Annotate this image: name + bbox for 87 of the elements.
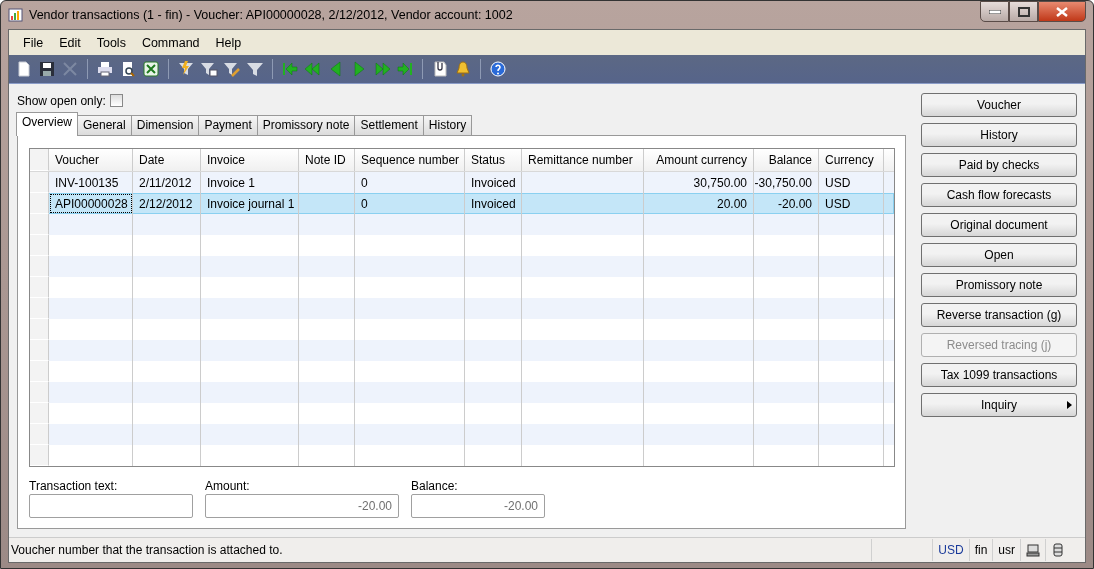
last-record-icon[interactable] xyxy=(396,60,414,78)
input-field[interactable] xyxy=(29,494,193,518)
filter-icon[interactable] xyxy=(246,60,264,78)
menu-item[interactable]: Command xyxy=(133,35,208,50)
row-selector[interactable] xyxy=(30,319,49,340)
column-header[interactable]: Status xyxy=(465,149,522,171)
action-button[interactable]: Reverse transaction (g) xyxy=(921,303,1077,327)
field-label: Transaction text: xyxy=(29,479,119,493)
column-header[interactable]: Invoice xyxy=(201,149,299,171)
action-button[interactable]: Voucher xyxy=(921,93,1077,117)
tab[interactable]: Settlement xyxy=(354,115,424,135)
column-header[interactable]: Remittance number xyxy=(522,149,644,171)
minimize-button[interactable] xyxy=(980,1,1009,22)
action-button[interactable]: Tax 1099 transactions xyxy=(921,363,1077,387)
currency-indicator[interactable]: USD xyxy=(932,539,969,561)
field-label: Balance: xyxy=(411,479,459,493)
row-selector[interactable] xyxy=(30,340,49,361)
close-button[interactable] xyxy=(1038,1,1086,22)
printer-icon[interactable] xyxy=(96,60,114,78)
status-message: Voucher number that the transaction is attached to. xyxy=(10,543,284,557)
row-selector[interactable] xyxy=(30,193,49,214)
action-button[interactable]: Promissory note xyxy=(921,273,1077,297)
row-selector[interactable] xyxy=(30,424,49,445)
table-row[interactable]: INV-100135 2/11/2012 Invoice 1 0 Invoiced 30,750.00 -30,750.00 USD xyxy=(30,172,894,193)
menu-item[interactable]: File xyxy=(15,35,52,50)
action-button[interactable]: Original document xyxy=(921,213,1077,237)
filter-grid-icon[interactable] xyxy=(200,60,218,78)
action-button[interactable]: Paid by checks xyxy=(921,153,1077,177)
column-header[interactable]: Date xyxy=(133,149,201,171)
filter-lightning-icon[interactable] xyxy=(177,60,195,78)
tab[interactable]: Overview xyxy=(16,112,78,136)
database-icon[interactable] xyxy=(1051,543,1065,557)
double-right-arrow-icon[interactable] xyxy=(373,60,391,78)
minimize-icon xyxy=(988,9,1001,14)
window-title: Vendor transactions (1 - fin) - Voucher: API00000028, 2/12/2012, Vendor account: 1002 xyxy=(29,8,513,22)
action-button[interactable]: Cash flow forecasts xyxy=(921,183,1077,207)
save-icon[interactable] xyxy=(38,60,56,78)
column-header[interactable]: Amount currency xyxy=(644,149,754,171)
input-field[interactable]: -20.00 xyxy=(411,494,545,518)
row-selector[interactable] xyxy=(30,445,49,466)
close-icon xyxy=(1056,6,1068,17)
field-label: Amount: xyxy=(205,479,251,493)
action-button[interactable]: Inquiry xyxy=(921,393,1077,417)
row-selector[interactable] xyxy=(30,382,49,403)
maximize-button[interactable] xyxy=(1009,1,1038,22)
new-document-icon[interactable] xyxy=(15,60,33,78)
submenu-arrow-icon xyxy=(1067,401,1072,409)
row-selector[interactable] xyxy=(30,214,49,235)
row-selector[interactable] xyxy=(30,361,49,382)
computer-icon[interactable] xyxy=(1026,543,1040,557)
company-indicator[interactable]: fin xyxy=(968,539,993,561)
double-left-arrow-icon[interactable] xyxy=(304,60,322,78)
table-row[interactable]: API00000028 2/12/2012 Invoice journal 1 0 Invoiced 20.00 -20.00 USD xyxy=(30,193,894,214)
first-record-icon[interactable] xyxy=(281,60,299,78)
checkbox-label: Show open only: xyxy=(17,93,106,108)
document-clip-icon[interactable] xyxy=(431,60,449,78)
menu-item[interactable]: Tools xyxy=(88,35,134,50)
column-header[interactable]: Currency xyxy=(819,149,884,171)
input-field[interactable]: -20.00 xyxy=(205,494,399,518)
column-header[interactable]: Sequence number xyxy=(355,149,465,171)
column-header[interactable]: Note ID xyxy=(299,149,355,171)
bell-icon[interactable] xyxy=(454,60,472,78)
restore-icon xyxy=(1017,6,1030,17)
help-icon[interactable] xyxy=(489,60,507,78)
row-selector[interactable] xyxy=(30,298,49,319)
column-header[interactable]: Voucher xyxy=(49,149,133,171)
row-selector[interactable] xyxy=(30,172,49,193)
column-header[interactable]: Balance xyxy=(754,149,819,171)
menu-item[interactable]: Help xyxy=(207,35,250,50)
row-selector[interactable] xyxy=(30,235,49,256)
filter-pencil-icon[interactable] xyxy=(223,60,241,78)
action-button[interactable]: History xyxy=(921,123,1077,147)
row-selector[interactable] xyxy=(30,403,49,424)
layer-indicator[interactable]: usr xyxy=(992,539,1020,561)
row-selector[interactable] xyxy=(30,149,49,171)
show-open-checkbox[interactable] xyxy=(109,94,123,107)
spreadsheet-icon[interactable] xyxy=(142,60,160,78)
action-button[interactable]: Open xyxy=(921,243,1077,267)
tab[interactable]: Dimension xyxy=(130,115,200,135)
row-selector[interactable] xyxy=(30,256,49,277)
row-selector[interactable] xyxy=(30,277,49,298)
tab[interactable]: Payment xyxy=(198,115,258,135)
tab[interactable]: History xyxy=(422,115,473,135)
tab[interactable]: General xyxy=(77,115,132,135)
tab[interactable]: Promissory note xyxy=(256,115,356,135)
menu-item[interactable]: Edit xyxy=(51,35,89,50)
app-icon xyxy=(8,7,24,23)
